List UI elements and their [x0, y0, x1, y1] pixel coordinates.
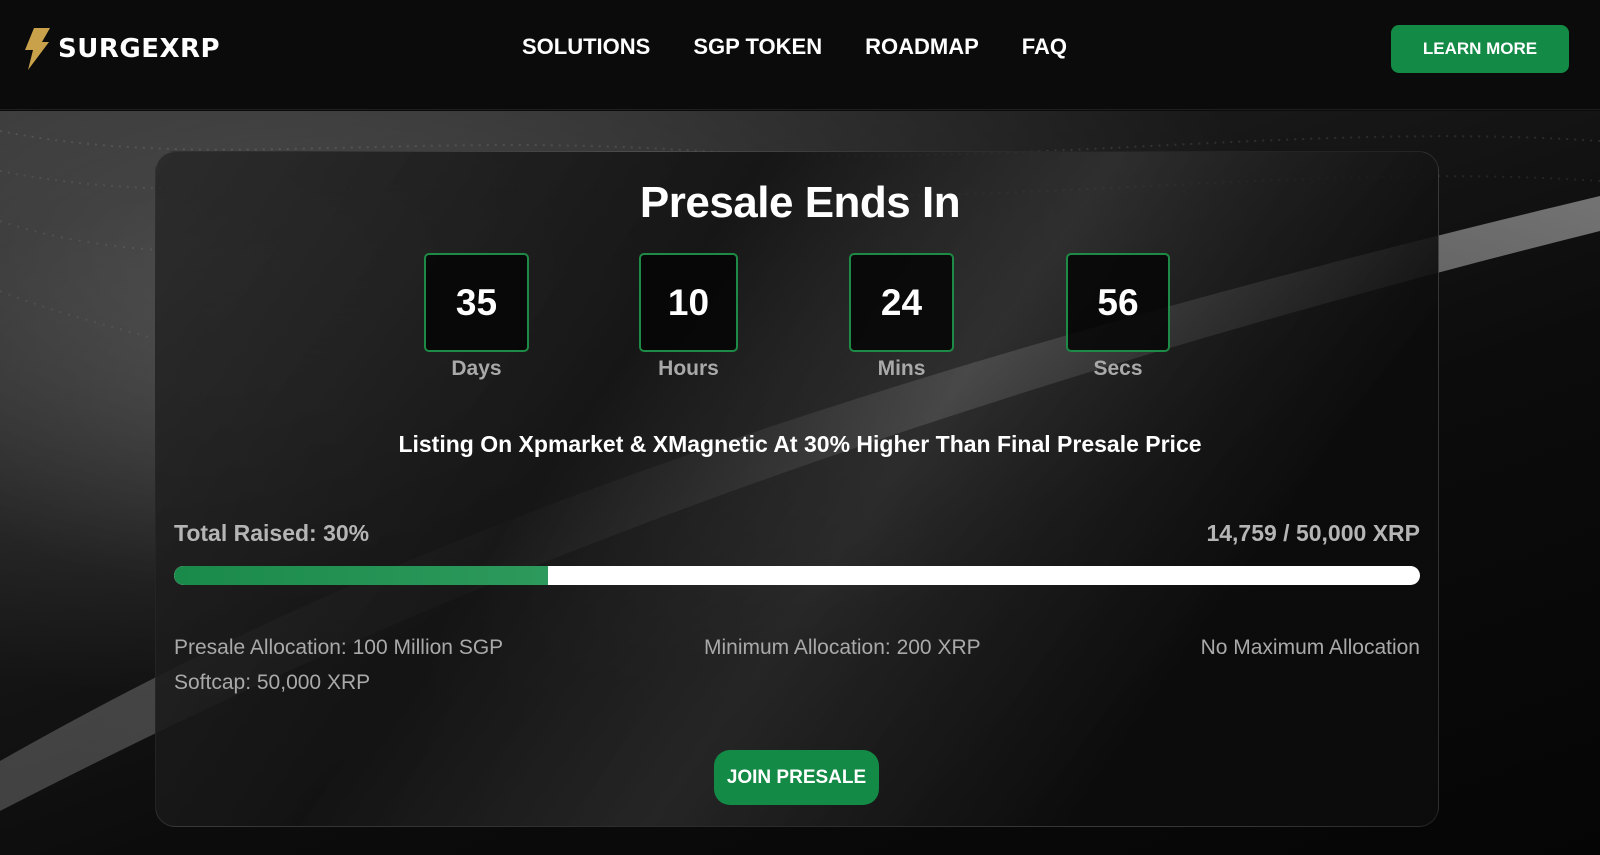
total-raised-label: Total Raised: 30%	[174, 520, 370, 546]
minimum-allocation-text: Minimum Allocation: 200 XRP	[704, 636, 981, 659]
listing-note: Listing On Xpmarket & XMagnetic At 30% H…	[398, 431, 1202, 457]
join-presale-button[interactable]: JOIN PRESALE	[714, 750, 879, 805]
raised-amount: 14,759 / 50,000 XRP	[1206, 520, 1420, 546]
countdown-mins-label: Mins	[877, 357, 926, 380]
countdown-days-label: Days	[451, 357, 502, 380]
top-navbar: SURGEXRP SOLUTIONS SGP TOKEN ROADMAP FAQ…	[0, 0, 1600, 110]
nav-link-faq[interactable]: FAQ	[1022, 34, 1067, 60]
raise-progress-fill	[174, 566, 548, 585]
softcap-text: Softcap: 50,000 XRP	[174, 671, 371, 694]
countdown-hours-label: Hours	[658, 357, 719, 380]
countdown-hours-box: 10	[639, 253, 738, 352]
presale-allocation-text: Presale Allocation: 100 Million SGP	[174, 636, 504, 659]
nav-link-sgp-token[interactable]: SGP TOKEN	[693, 34, 822, 60]
nav-link-roadmap[interactable]: ROADMAP	[865, 34, 979, 60]
learn-more-button[interactable]: LEARN MORE	[1391, 25, 1569, 73]
main-nav: SOLUTIONS SGP TOKEN ROADMAP FAQ	[522, 34, 1067, 60]
nav-link-solutions[interactable]: SOLUTIONS	[522, 34, 650, 60]
presale-card	[155, 151, 1439, 827]
raise-progress-bar	[174, 566, 1420, 585]
lightning-bolt-icon	[25, 28, 50, 70]
countdown-secs-label: Secs	[1093, 357, 1143, 380]
countdown-secs-box: 56	[1066, 253, 1170, 352]
brand-name: SURGEXRP	[58, 34, 221, 64]
presale-title: Presale Ends In	[639, 178, 961, 227]
countdown-days-box: 35	[424, 253, 529, 352]
brand-logo[interactable]: SURGEXRP	[22, 28, 220, 70]
countdown-mins-box: 24	[849, 253, 954, 352]
maximum-allocation-text: No Maximum Allocation	[1200, 636, 1420, 659]
